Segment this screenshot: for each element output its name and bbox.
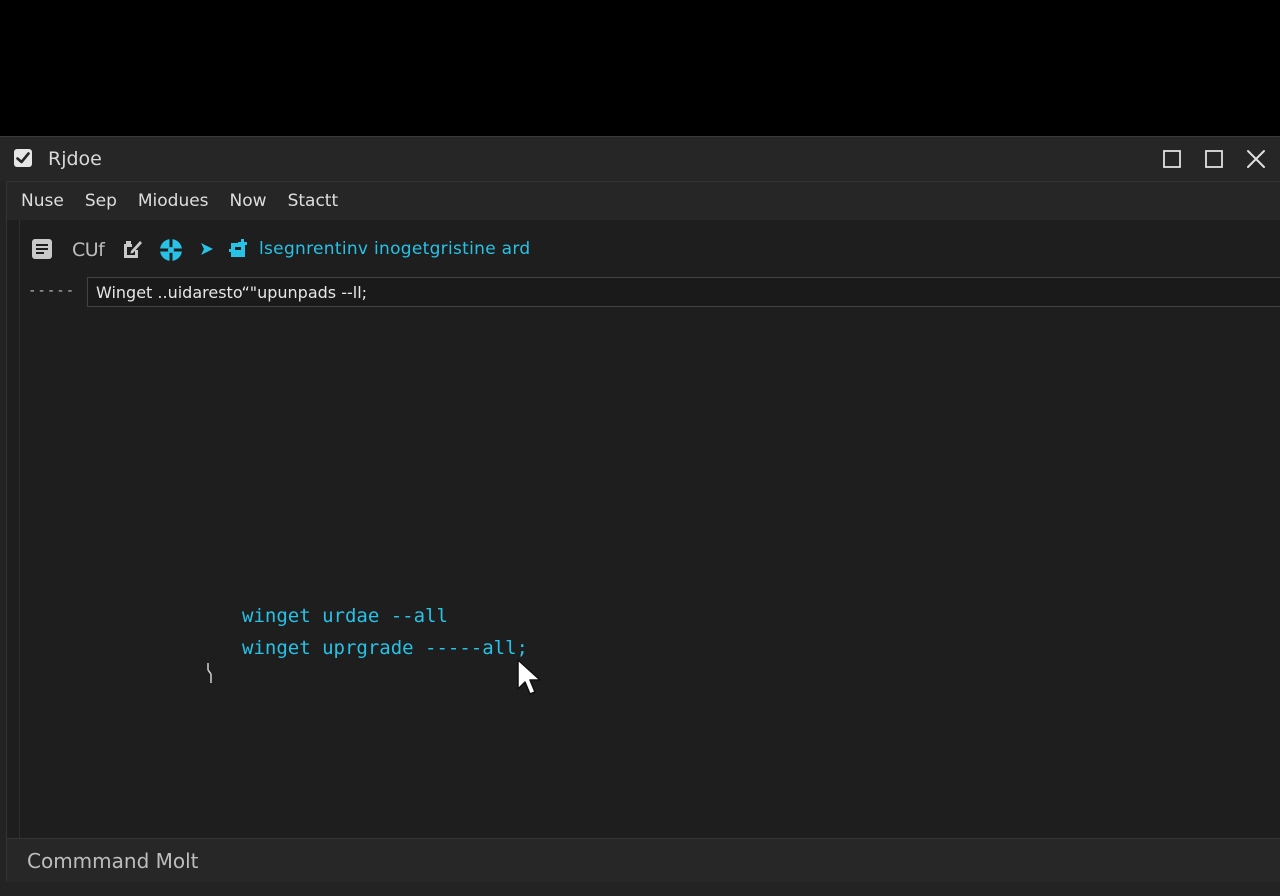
menu-item-nuse[interactable]: Nuse xyxy=(21,190,64,212)
document-icon[interactable] xyxy=(31,238,53,260)
app-window: Rjdoe Nuse Sep Miodues Now Stactt CUf ls… xyxy=(0,136,1280,896)
window-title: Rjdoe xyxy=(48,148,102,170)
menu-item-now[interactable]: Now xyxy=(230,190,267,212)
title-bar[interactable]: Rjdoe xyxy=(0,137,1280,181)
status-text: Commmand Molt xyxy=(27,849,199,873)
terminal-area[interactable]: CUf lsegnrentinv inogetgristine ard ----… xyxy=(19,220,1280,838)
menu-item-sep[interactable]: Sep xyxy=(85,190,117,212)
output-line-2: winget uprgrade -----all; xyxy=(242,637,528,659)
add-icon[interactable] xyxy=(228,238,250,260)
maximize-icon xyxy=(1205,150,1223,168)
close-icon xyxy=(1247,150,1265,168)
toolbar-label: CUf xyxy=(72,239,105,261)
square-icon xyxy=(1163,150,1181,168)
mouse-pointer-icon xyxy=(515,658,545,698)
command-input[interactable] xyxy=(87,277,1280,307)
menu-item-stactt[interactable]: Stactt xyxy=(288,190,339,212)
command-input-row: ----- xyxy=(20,276,1280,310)
main-panel: Nuse Sep Miodues Now Stactt CUf lsegnren… xyxy=(6,181,1280,882)
output-line-1: winget urdae --all xyxy=(242,605,448,627)
menu-item-miodues[interactable]: Miodues xyxy=(138,190,209,212)
maximize-button[interactable] xyxy=(1200,145,1228,173)
input-prompt: ----- xyxy=(28,283,76,299)
minimize-button[interactable] xyxy=(1158,145,1186,173)
target-icon[interactable] xyxy=(159,238,182,261)
toolbar-command-text: lsegnrentinv inogetgristine ard xyxy=(259,239,531,259)
menu-bar: Nuse Sep Miodues Now Stactt xyxy=(7,182,1280,220)
text-cursor-icon xyxy=(206,662,216,684)
close-button[interactable] xyxy=(1242,145,1270,173)
edit-icon[interactable] xyxy=(122,238,144,260)
toolbar: CUf lsegnrentinv inogetgristine ard xyxy=(20,220,1280,276)
checkbox-app-icon xyxy=(13,148,33,168)
status-bar: Commmand Molt xyxy=(7,838,1280,882)
play-icon[interactable] xyxy=(199,241,221,263)
